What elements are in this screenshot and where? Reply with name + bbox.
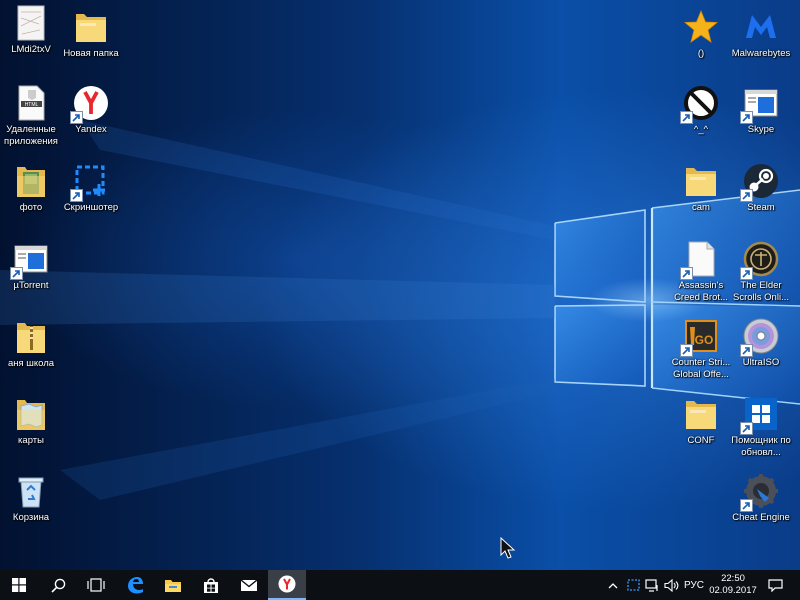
store-icon (204, 577, 218, 593)
window-app-icon (740, 84, 780, 124)
task-view-icon (87, 578, 105, 592)
desktop-icon-label: Новая папка (63, 48, 119, 59)
shortcut-arrow-icon (740, 111, 753, 124)
input-language[interactable]: РУС (682, 570, 706, 600)
volume-icon (663, 578, 678, 592)
tray-screenshot[interactable] (624, 570, 642, 600)
desktop-icon-label: Malwarebytes (731, 48, 791, 59)
malwarebytes-icon (742, 8, 780, 46)
desktop-icon-label: The Elder Scrolls Onli... (733, 280, 789, 303)
shortcut-arrow-icon (70, 189, 83, 202)
desktop-icon-label: аня школа (7, 358, 55, 369)
desktop-icon-skype[interactable]: Skype (725, 82, 797, 152)
taskbar-file-explorer[interactable] (155, 570, 191, 600)
file-explorer-icon (165, 579, 181, 592)
desktop-icon-yandex[interactable]: Yandex (55, 82, 127, 152)
desktop-icon-карты[interactable]: карты (0, 393, 67, 463)
desktop-icon-label: Скриншотер (63, 202, 119, 213)
desktop-icon-скриншотер[interactable]: Скриншотер (55, 160, 127, 230)
desktop-icon-the-elder-scrolls-onli[interactable]: The Elder Scrolls Onli... (725, 238, 797, 308)
desktop-icon-label: UltraISO (742, 357, 780, 368)
folder-icon (682, 162, 720, 200)
clock-date: 02.09.2017 (709, 585, 757, 596)
shortcut-arrow-icon (740, 422, 753, 435)
mouse-pointer-icon (500, 537, 516, 559)
shortcut-arrow-icon (740, 267, 753, 280)
html-file-icon: HTML (12, 84, 50, 122)
disc-icon (740, 317, 780, 357)
taskbar-store[interactable] (193, 570, 229, 600)
desktop-icon-steam[interactable]: Steam (725, 160, 797, 230)
network-icon (644, 578, 658, 592)
svg-text:GO: GO (695, 333, 714, 347)
shortcut-arrow-icon (680, 267, 693, 280)
taskbar: РУС 22:50 02.09.2017 (0, 570, 800, 600)
image-file-icon (12, 4, 50, 42)
desktop-icon-корзина[interactable]: Корзина (0, 470, 67, 540)
desktop-icon-torrent[interactable]: µTorrent (0, 238, 67, 308)
shortcut-arrow-icon (680, 111, 693, 124)
screenshot-tray-icon (626, 579, 640, 591)
prohibited-icon (680, 84, 720, 124)
desktop-icon-label: Skype (747, 124, 775, 135)
shortcut-arrow-icon (740, 499, 753, 512)
yandex-browser-icon (70, 84, 110, 124)
window-app-icon (10, 240, 50, 280)
search-icon (50, 578, 65, 593)
windows-update-icon (740, 395, 780, 435)
start-button[interactable] (0, 570, 38, 600)
notification-icon (767, 578, 783, 592)
csgo-icon: GO (680, 317, 720, 357)
taskbar-yandex-active[interactable] (268, 570, 306, 600)
blank-file-icon (680, 240, 720, 280)
shortcut-arrow-icon (70, 111, 83, 124)
maps-folder-icon (12, 395, 50, 433)
tray-volume[interactable] (662, 570, 680, 600)
folder-icon (72, 8, 110, 46)
desktop-icon-label: Помощник по обновл... (731, 435, 791, 458)
elder-scrolls-icon (740, 240, 780, 280)
desktop-icon-новая-папка[interactable]: Новая папка (55, 6, 127, 76)
tray-network[interactable] (643, 570, 661, 600)
windows-logo-icon (12, 578, 26, 592)
edge-icon (128, 577, 143, 594)
screenshot-tool-icon (70, 162, 110, 202)
action-center-button[interactable] (760, 570, 790, 600)
folder-icon (682, 395, 720, 433)
desktop-icon-ultraiso[interactable]: UltraISO (725, 315, 797, 385)
desktop-icon-label: Steam (747, 202, 775, 213)
search-button[interactable] (40, 570, 76, 600)
shortcut-arrow-icon (10, 267, 23, 280)
shortcut-arrow-icon (680, 344, 693, 357)
yandex-browser-icon (278, 575, 296, 593)
desktop-icon-label: Корзина (12, 512, 50, 523)
mail-icon (240, 578, 258, 591)
desktop-icon-malwarebytes[interactable]: Malwarebytes (725, 6, 797, 76)
star-icon (682, 8, 720, 46)
desktop-icon-помощник-по-обновл[interactable]: Помощник по обновл... (725, 393, 797, 463)
clock-time: 22:50 (721, 573, 745, 584)
desktop-icon-cheat-engine[interactable]: Cheat Engine (725, 470, 797, 540)
zip-folder-icon (12, 318, 50, 356)
shortcut-arrow-icon (740, 189, 753, 202)
cheat-engine-icon (740, 472, 780, 512)
desktop-icon-label: Cheat Engine (732, 512, 790, 523)
desktop-icon-label: µTorrent (13, 280, 49, 291)
photo-folder-icon (12, 162, 50, 200)
desktop-icon-label: карты (18, 435, 44, 446)
clock[interactable]: 22:50 02.09.2017 (708, 573, 758, 597)
shortcut-arrow-icon (740, 344, 753, 357)
taskbar-edge[interactable] (117, 570, 153, 600)
desktop-icon-label: Yandex (75, 124, 107, 135)
steam-icon (740, 162, 780, 202)
chevron-up-icon (608, 582, 618, 588)
taskbar-mail[interactable] (231, 570, 267, 600)
recycle-bin-icon (12, 472, 50, 510)
task-view-button[interactable] (78, 570, 114, 600)
desktop-icon-аня-школа[interactable]: аня школа (0, 316, 67, 386)
svg-text:HTML: HTML (25, 102, 39, 108)
show-hidden-icons-button[interactable] (604, 570, 622, 600)
desktop[interactable]: LMdi2txV Новая папка HTML Удаленные приложе… (0, 0, 800, 570)
